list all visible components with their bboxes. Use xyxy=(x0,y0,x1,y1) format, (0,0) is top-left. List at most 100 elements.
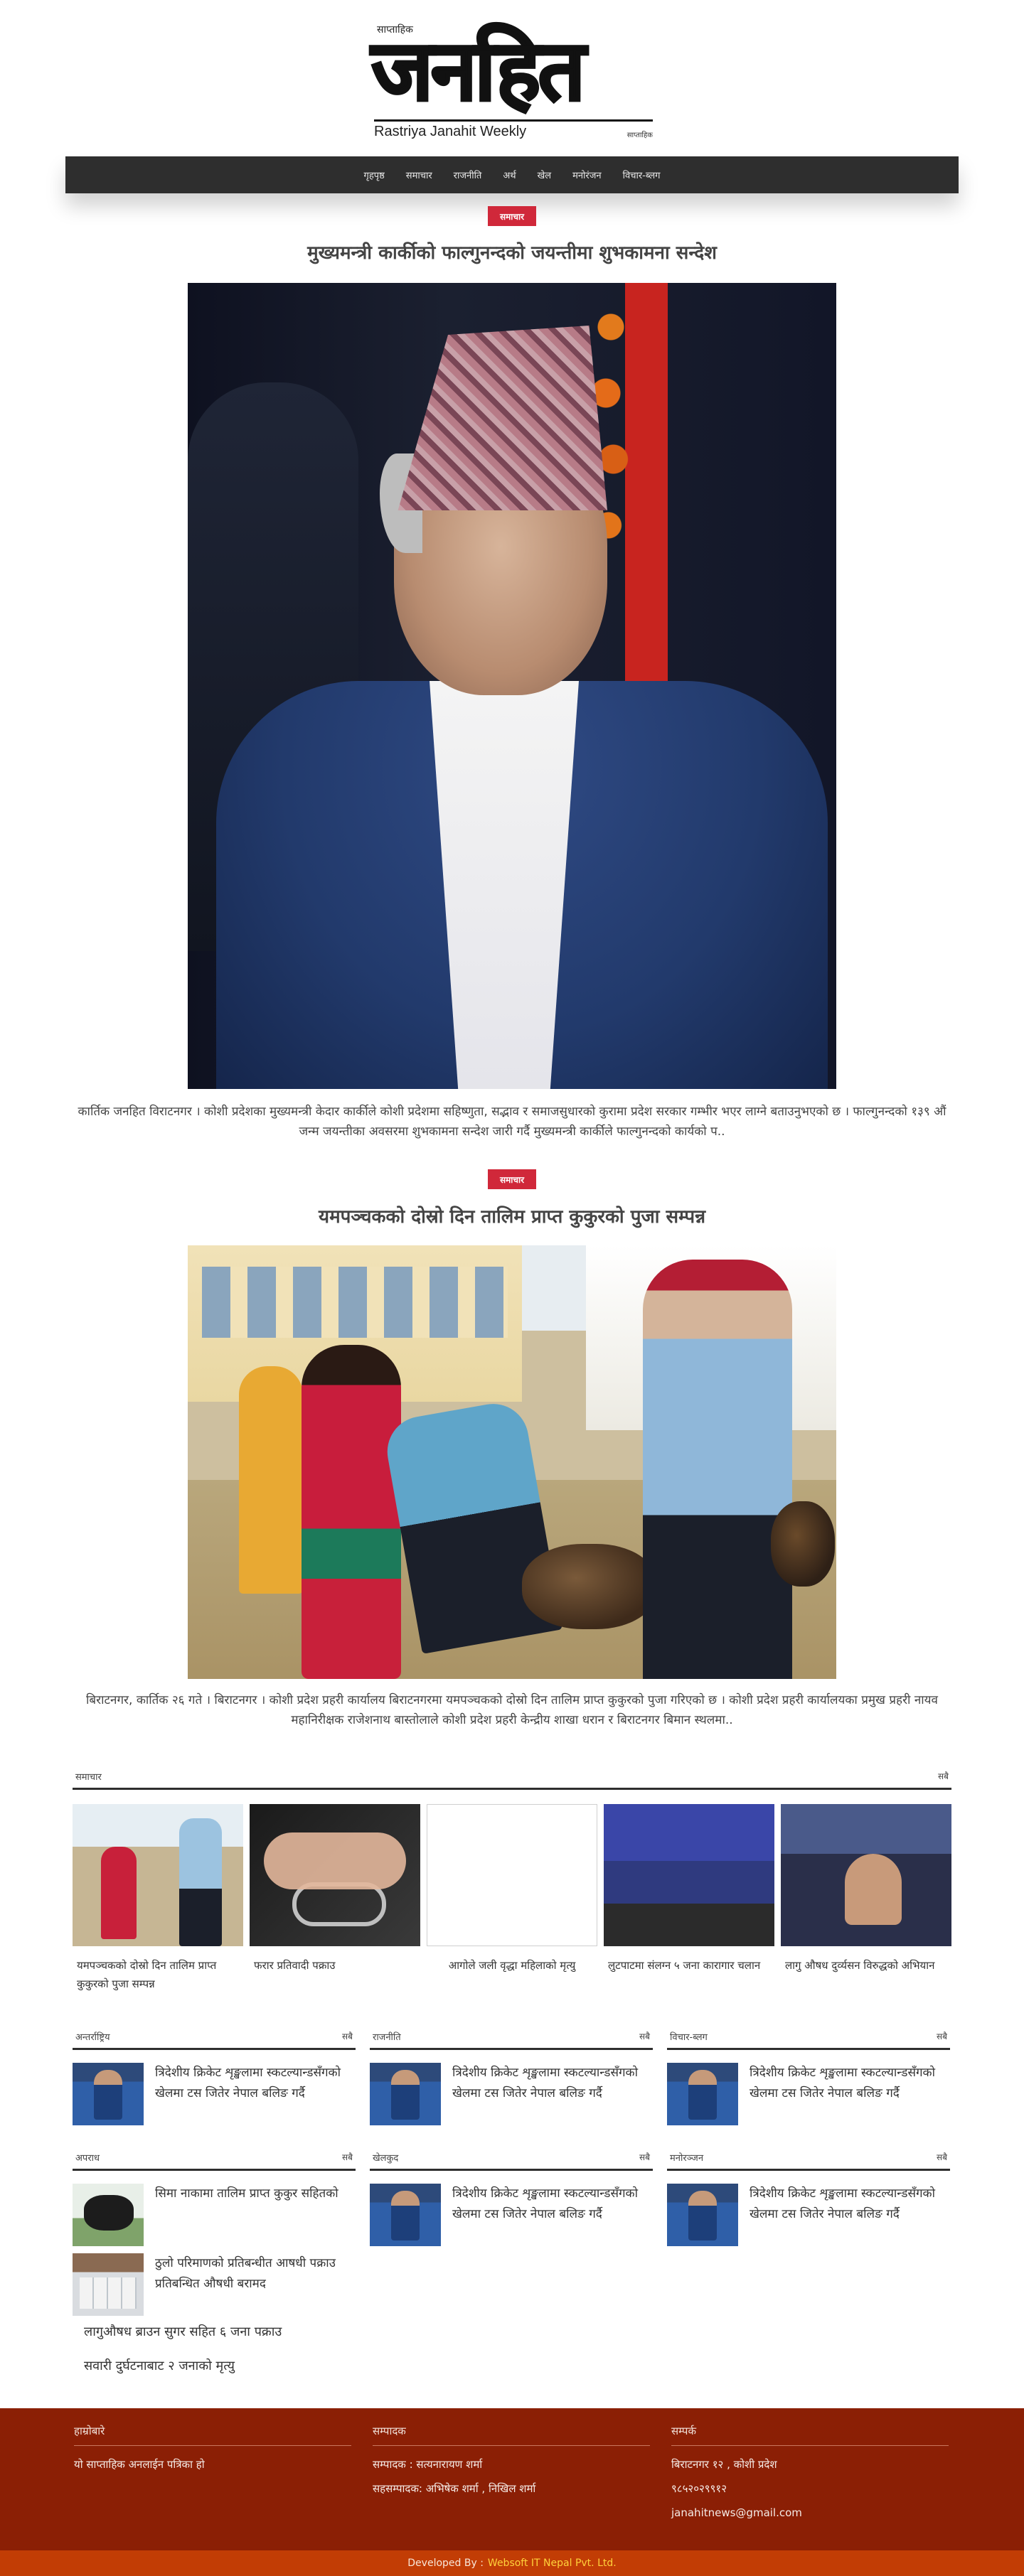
section-header: मनोरञ्जन सबै xyxy=(667,2147,950,2171)
headline-link[interactable]: सवारी दुर्घटनाबाट २ जनाको मृत्यु xyxy=(84,2357,235,2374)
photo-woman-sari xyxy=(302,1345,401,1679)
mini-article[interactable]: ठुलो परिमाणको प्रतिबन्धीत आषधी पक्राउ प्… xyxy=(73,2253,360,2319)
site-footer: हाम्रोबारे यो साप्ताहिक अनलाईन पत्रिका ह… xyxy=(0,2408,1024,2550)
news-card[interactable]: यमपञ्चकको दोस्रो दिन तालिम प्राप्त कुकुर… xyxy=(73,1804,243,1993)
site-logo[interactable]: साप्ताहिक जनहित Rastriya Janahit Weekly … xyxy=(370,13,656,148)
footer-address: बिराटनगर १२ , कोशी प्रदेश xyxy=(671,2458,777,2471)
card-title[interactable]: यमपञ्चकको दोस्रो दिन तालिम प्राप्त कुकुर… xyxy=(73,1956,243,1993)
see-all-link[interactable]: सबै xyxy=(639,2151,650,2163)
footer-contact: सम्पर्क बिराटनगर १२ , कोशी प्रदेश ९८५२०२… xyxy=(671,2424,949,2518)
section-header: अन्तर्राष्ट्रिय सबै xyxy=(73,2026,356,2050)
category-badge[interactable]: समाचार xyxy=(488,1169,536,1189)
logo-tag: साप्ताहिक xyxy=(626,132,653,139)
section-title: अन्तर्राष्ट्रिय xyxy=(75,2032,110,2043)
mini-title[interactable]: ठुलो परिमाणको प्रतिबन्धीत आषधी पक्राउ प्… xyxy=(155,2253,360,2295)
news-card[interactable]: आगोले जली वृद्धा महिलाको मृत्यु xyxy=(427,1804,597,1975)
nav-item-economy[interactable]: अर्थ xyxy=(503,168,516,181)
card-image-placeholder[interactable] xyxy=(427,1804,597,1946)
see-all-link[interactable]: सबै xyxy=(937,2151,947,2163)
see-all-link[interactable]: सबै xyxy=(937,2030,947,2042)
featured-title[interactable]: मुख्यमन्त्री कार्कीको फाल्गुनन्दको जयन्त… xyxy=(85,239,939,264)
photo-dog xyxy=(522,1544,657,1629)
footer-about: हाम्रोबारे यो साप्ताहिक अनलाईन पत्रिका ह… xyxy=(74,2424,351,2470)
section-title: विचार-ब्लग xyxy=(670,2032,708,2043)
footer-heading: हाम्रोबारे xyxy=(74,2424,351,2446)
mini-title[interactable]: त्रिदेशीय क्रिकेट शृङ्खलामा स्कटल्यान्डस… xyxy=(750,2184,954,2225)
news-card[interactable]: फरार प्रतिवादी पक्राउ xyxy=(250,1804,420,1975)
photo-police-officer xyxy=(643,1260,792,1679)
section-title: समाचार xyxy=(75,1772,102,1783)
footer-heading: सम्पादक xyxy=(373,2424,650,2446)
mini-thumb[interactable] xyxy=(667,2184,738,2246)
section-header: विचार-ब्लग सबै xyxy=(667,2026,950,2050)
developed-by-label: Developed By : xyxy=(407,2558,484,2569)
mini-title[interactable]: त्रिदेशीय क्रिकेट शृङ्खलामा स्कटल्यान्डस… xyxy=(750,2063,954,2104)
card-image[interactable] xyxy=(781,1804,951,1946)
card-title[interactable]: लागु औषध दुर्व्यसन विरुद्धको अभियान xyxy=(781,1956,951,1975)
section-title: मनोरञ्जन xyxy=(670,2153,704,2164)
see-all-link[interactable]: सबै xyxy=(639,2030,650,2042)
featured-photo[interactable] xyxy=(188,1245,836,1679)
mini-title[interactable]: त्रिदेशीय क्रिकेट शृङ्खलामा स्कटल्यान्डस… xyxy=(155,2063,360,2104)
footer-credit-bar: Developed By : Websoft IT Nepal Pvt. Ltd… xyxy=(0,2550,1024,2576)
mini-thumb[interactable] xyxy=(370,2063,441,2125)
news-card[interactable]: लागु औषध दुर्व्यसन विरुद्धको अभियान xyxy=(781,1804,951,1975)
mini-article[interactable]: त्रिदेशीय क्रिकेट शृङ्खलामा स्कटल्यान्डस… xyxy=(370,2063,657,2128)
main-nav: गृहपृष्ठ समाचार राजनीति अर्थ खेल मनोरंजन… xyxy=(65,156,959,193)
footer-text: सम्पादक : सत्यनारायण शर्मा xyxy=(373,2458,483,2471)
mini-article[interactable]: त्रिदेशीय क्रिकेट शृङ्खलामा स्कटल्यान्डस… xyxy=(667,2184,951,2249)
mini-article[interactable]: त्रिदेशीय क्रिकेट शृङ्खलामा स्कटल्यान्डस… xyxy=(370,2184,657,2249)
nav-item-sports[interactable]: खेल xyxy=(538,168,551,181)
section-header: अपराध सबै xyxy=(73,2147,356,2171)
footer-email[interactable]: janahitnews@gmail.com xyxy=(671,2507,949,2518)
footer-phone[interactable]: ९८५२०२९९१२ xyxy=(671,2483,949,2494)
section-title: खेलकुद xyxy=(373,2153,399,2164)
nav-item-opinion[interactable]: विचार-ब्लग xyxy=(623,168,661,181)
footer-text: सहसम्पादक: अभिषेक शर्मा , निखिल शर्मा xyxy=(373,2482,536,2495)
photo-dhaka-topi xyxy=(398,326,607,510)
see-all-link[interactable]: सबै xyxy=(342,2151,353,2163)
footer-text: यो साप्ताहिक अनलाईन पत्रिका हो xyxy=(74,2458,205,2471)
card-image[interactable] xyxy=(250,1804,420,1946)
see-all-link[interactable]: सबै xyxy=(342,2030,353,2042)
developer-link[interactable]: Websoft IT Nepal Pvt. Ltd. xyxy=(488,2558,617,2569)
photo-person-yellow xyxy=(239,1366,303,1594)
card-title[interactable]: आगोले जली वृद्धा महिलाको मृत्यु xyxy=(427,1956,597,1975)
mini-thumb[interactable] xyxy=(667,2063,738,2125)
logo-text: जनहित xyxy=(370,20,587,121)
mini-thumb[interactable] xyxy=(73,2253,144,2316)
section-header: राजनीति सबै xyxy=(370,2026,653,2050)
nav-item-politics[interactable]: राजनीति xyxy=(454,168,482,181)
headline-link[interactable]: लागुऔषध ब्राउन सुगर सहित ६ जना पक्राउ xyxy=(84,2323,282,2340)
see-all-link[interactable]: सबै xyxy=(938,1770,949,1782)
section-title: अपराध xyxy=(75,2153,100,2164)
mini-article[interactable]: सिमा नाकामा तालिम प्राप्त कुकुर सहितको xyxy=(73,2184,360,2249)
mini-thumb[interactable] xyxy=(370,2184,441,2246)
featured-title[interactable]: यमपञ्चकको दोस्रो दिन तालिम प्राप्त कुकुर… xyxy=(85,1203,939,1228)
mini-thumb[interactable] xyxy=(73,2063,144,2125)
card-title[interactable]: फरार प्रतिवादी पक्राउ xyxy=(250,1956,420,1975)
mini-title[interactable]: त्रिदेशीय क्रिकेट शृङ्खलामा स्कटल्यान्डस… xyxy=(452,2063,657,2104)
card-image[interactable] xyxy=(604,1804,774,1946)
news-card[interactable]: लुटपाटमा संलग्न ५ जना कारागार चलान xyxy=(604,1804,774,1975)
section-title: राजनीति xyxy=(373,2032,401,2043)
photo-dog-2 xyxy=(771,1501,835,1587)
featured-photo[interactable] xyxy=(188,283,836,1089)
footer-editor: सम्पादक सम्पादक : सत्यनारायण शर्मा सहसम्… xyxy=(373,2424,650,2494)
nav-item-news[interactable]: समाचार xyxy=(406,168,432,181)
footer-heading: सम्पर्क xyxy=(671,2424,949,2446)
mini-thumb[interactable] xyxy=(73,2184,144,2246)
section-header: समाचार सबै xyxy=(73,1766,951,1790)
nav-item-home[interactable]: गृहपृष्ठ xyxy=(364,168,385,181)
mini-title[interactable]: त्रिदेशीय क्रिकेट शृङ्खलामा स्कटल्यान्डस… xyxy=(452,2184,657,2225)
mini-article[interactable]: त्रिदेशीय क्रिकेट शृङ्खलामा स्कटल्यान्डस… xyxy=(73,2063,360,2128)
mini-article[interactable]: त्रिदेशीय क्रिकेट शृङ्खलामा स्कटल्यान्डस… xyxy=(667,2063,951,2128)
card-title[interactable]: लुटपाटमा संलग्न ५ जना कारागार चलान xyxy=(604,1956,774,1975)
featured-excerpt: कार्तिक जनहित विराटनगर । कोशी प्रदेशका म… xyxy=(78,1105,946,1139)
category-badge[interactable]: समाचार xyxy=(488,206,536,226)
nav-item-entertainment[interactable]: मनोरंजन xyxy=(572,168,602,181)
card-image[interactable] xyxy=(73,1804,243,1946)
logo-underline xyxy=(374,119,653,122)
featured-excerpt: बिराटनगर, कार्तिक २६ गते । बिराटनगर । को… xyxy=(86,1693,938,1727)
mini-title[interactable]: सिमा नाकामा तालिम प्राप्त कुकुर सहितको xyxy=(155,2184,360,2204)
